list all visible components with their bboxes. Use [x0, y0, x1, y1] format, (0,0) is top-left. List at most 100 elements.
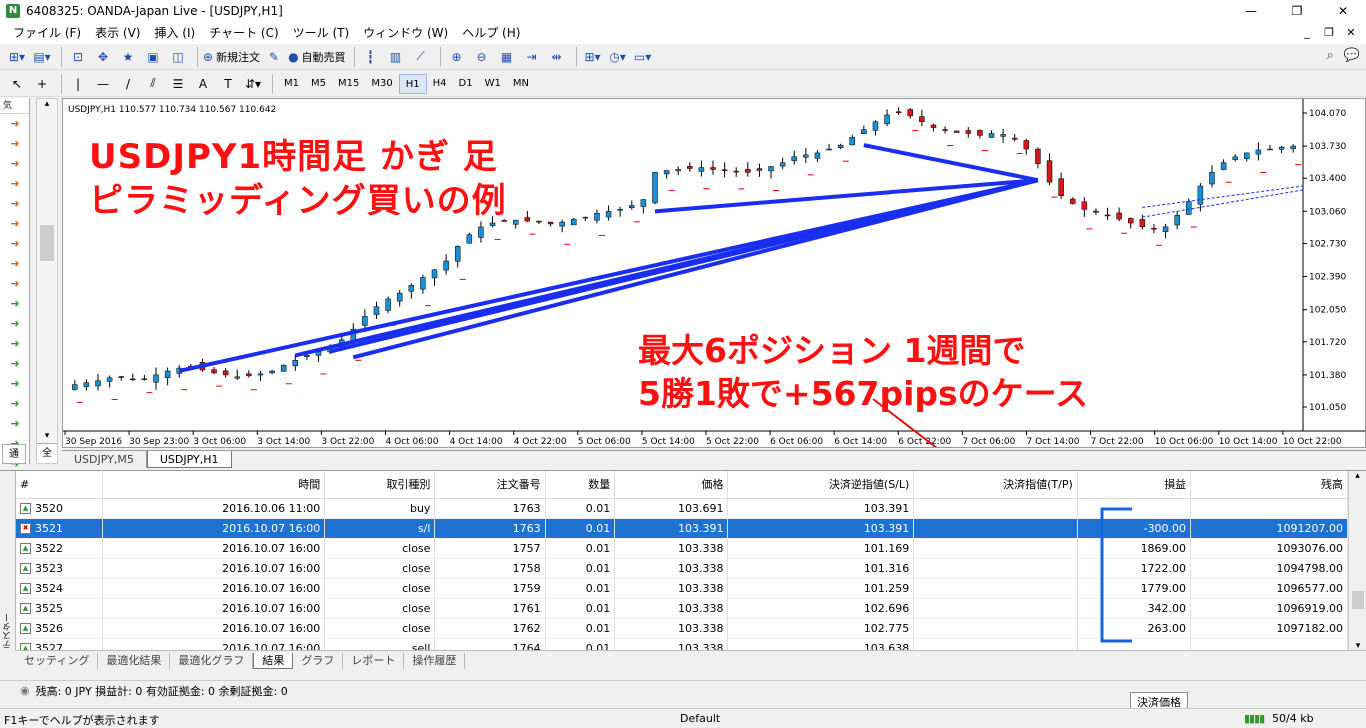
- table-row[interactable]: ▲ 3526 2016.10.07 16:00 close 1762 0.01 103.33…: [16, 618, 1348, 639]
- column-header[interactable]: 残高: [1190, 471, 1348, 499]
- column-header[interactable]: 決済指値(T/P): [913, 471, 1078, 499]
- text-label-icon[interactable]: T: [217, 73, 239, 95]
- menu-window[interactable]: ウィンドウ (W): [356, 22, 455, 44]
- timeframe-m30[interactable]: M30: [365, 74, 398, 94]
- table-row[interactable]: ▲ 3520 2016.10.06 11:00 buy 1763 0.01 103.691 1…: [16, 498, 1348, 519]
- templates-icon[interactable]: ▭▾: [632, 46, 654, 68]
- table-row[interactable]: ▲ 3524 2016.10.07 16:00 close 1759 0.01 103.33…: [16, 578, 1348, 599]
- results-scroll-thumb[interactable]: [1352, 591, 1364, 609]
- scroll-thumb[interactable]: [40, 225, 54, 261]
- equidistant-channel-icon[interactable]: ⫽: [142, 73, 164, 95]
- mdi-close-button[interactable]: ✕: [1340, 22, 1362, 44]
- scroll-down-icon[interactable]: ▾: [37, 431, 57, 441]
- timeframe-m5[interactable]: M5: [305, 74, 332, 94]
- column-header[interactable]: 損益: [1077, 471, 1192, 499]
- column-header[interactable]: 時間: [102, 471, 326, 499]
- data-window-icon[interactable]: ✥: [92, 46, 114, 68]
- market-watch-icon[interactable]: ⊡: [67, 46, 89, 68]
- tester-tab[interactable]: 操作履歴: [404, 652, 466, 669]
- zoom-out-icon[interactable]: ⊖: [471, 46, 493, 68]
- periods-icon[interactable]: ◷▾: [607, 46, 629, 68]
- column-header[interactable]: 価格: [614, 471, 729, 499]
- orange-arrow-icon[interactable]: ➜: [0, 234, 30, 254]
- all-tab[interactable]: 全: [37, 443, 57, 463]
- fibonacci-icon[interactable]: ☰: [167, 73, 189, 95]
- green-arrow-icon[interactable]: ➜: [0, 314, 30, 334]
- green-arrow-icon[interactable]: ➜: [0, 334, 30, 354]
- horizontal-line-icon[interactable]: —: [92, 73, 114, 95]
- green-arrow-icon[interactable]: ➜: [0, 374, 30, 394]
- green-arrow-icon[interactable]: ➜: [0, 394, 30, 414]
- vertical-line-icon[interactable]: |: [67, 73, 89, 95]
- timeframe-h4[interactable]: H4: [427, 74, 453, 94]
- orange-arrow-icon[interactable]: ➜: [0, 194, 30, 214]
- auto-trade-button[interactable]: ● 自動売買: [288, 46, 345, 68]
- tile-windows-icon[interactable]: ▦: [496, 46, 518, 68]
- orange-arrow-icon[interactable]: ➜: [0, 174, 30, 194]
- tester-tab[interactable]: グラフ: [293, 652, 344, 669]
- table-row[interactable]: ▲ 3525 2016.10.07 16:00 close 1761 0.01 103.33…: [16, 598, 1348, 619]
- new-chart-icon[interactable]: ⊞▾: [6, 46, 28, 68]
- orange-arrow-icon[interactable]: ➜: [0, 274, 30, 294]
- close-button[interactable]: ✕: [1320, 0, 1366, 22]
- column-header[interactable]: 数量: [545, 471, 616, 499]
- zoom-in-icon[interactable]: ⊕: [446, 46, 468, 68]
- candle-chart-icon[interactable]: ▥: [385, 46, 407, 68]
- mdi-minimize-button[interactable]: _: [1296, 22, 1318, 44]
- navigator-icon[interactable]: ★: [117, 46, 139, 68]
- menu-help[interactable]: ヘルプ (H): [455, 22, 527, 44]
- column-header[interactable]: #: [16, 471, 103, 499]
- cursor-icon[interactable]: ↖: [6, 73, 28, 95]
- green-arrow-icon[interactable]: ➜: [0, 354, 30, 374]
- mdi-restore-button[interactable]: ❐: [1318, 22, 1340, 44]
- results-scrollbar[interactable]: ▴ ▾: [1348, 471, 1366, 651]
- orange-arrow-icon[interactable]: ➜: [0, 254, 30, 274]
- line-chart-icon[interactable]: ⟋: [410, 46, 432, 68]
- results-scroll-up-icon[interactable]: ▴: [1349, 471, 1366, 481]
- orange-arrow-icon[interactable]: ➜: [0, 214, 30, 234]
- menu-view[interactable]: 表示 (V): [88, 22, 147, 44]
- new-order-button[interactable]: ⊕ 新規注文: [203, 46, 260, 68]
- timeframe-h1[interactable]: H1: [398, 73, 427, 94]
- trendline-icon[interactable]: /: [117, 73, 139, 95]
- search-icon[interactable]: ⌕: [1327, 48, 1334, 63]
- navigator-scrollbar[interactable]: ▴ ▾ 全: [36, 98, 58, 464]
- column-header[interactable]: 注文番号: [434, 471, 546, 499]
- chart-tab-m5[interactable]: USDJPY,M5: [62, 451, 147, 468]
- auto-scroll-icon[interactable]: ⇥: [521, 46, 543, 68]
- timeframe-d1[interactable]: D1: [453, 74, 479, 94]
- table-row[interactable]: ✖ 3521 2016.10.07 16:00 s/l 1763 0.01 103.391 1…: [16, 518, 1348, 539]
- timeframe-m1[interactable]: M1: [278, 74, 305, 94]
- tester-tab[interactable]: セッティング: [16, 652, 99, 669]
- menu-insert[interactable]: 挿入 (I): [147, 22, 202, 44]
- chart-shift-icon[interactable]: ⇹: [546, 46, 568, 68]
- crosshair-icon[interactable]: +: [31, 73, 53, 95]
- timeframe-w1[interactable]: W1: [479, 74, 507, 94]
- navigator-tab[interactable]: 通: [2, 444, 26, 464]
- scroll-up-icon[interactable]: ▴: [37, 99, 57, 109]
- minimize-button[interactable]: —: [1228, 0, 1274, 22]
- orange-arrow-icon[interactable]: ➜: [0, 114, 30, 134]
- tester-tab[interactable]: 最適化グラフ: [170, 652, 254, 669]
- table-row[interactable]: ▲ 3523 2016.10.07 16:00 close 1758 0.01 103.33…: [16, 558, 1348, 579]
- tester-icon[interactable]: ◫: [167, 46, 189, 68]
- column-header[interactable]: 決済逆指値(S/L): [727, 471, 915, 499]
- chat-icon[interactable]: 💬: [1344, 48, 1360, 63]
- bar-chart-icon[interactable]: ┇: [360, 46, 382, 68]
- menu-file[interactable]: ファイル (F): [6, 22, 88, 44]
- tester-tab[interactable]: 最適化結果: [98, 652, 171, 669]
- orange-arrow-icon[interactable]: ➜: [0, 154, 30, 174]
- indicators-icon[interactable]: ⊞▾: [582, 46, 604, 68]
- green-arrow-icon[interactable]: ➜: [0, 294, 30, 314]
- metaeditor-icon[interactable]: ✎: [263, 46, 285, 68]
- restore-button[interactable]: ❐: [1274, 0, 1320, 22]
- chart-window[interactable]: USDJPY,H1 110.577 110.734 110.567 110.64…: [62, 98, 1366, 448]
- text-icon[interactable]: A: [192, 73, 214, 95]
- tester-tab[interactable]: レポート: [343, 652, 405, 669]
- green-arrow-icon[interactable]: ➜: [0, 414, 30, 434]
- tester-tab[interactable]: 結果: [253, 652, 294, 669]
- timeframe-mn[interactable]: MN: [507, 74, 535, 94]
- chart-tab-h1[interactable]: USDJPY,H1: [146, 451, 232, 468]
- terminal-icon[interactable]: ▣: [142, 46, 164, 68]
- profiles-icon[interactable]: ▤▾: [31, 46, 53, 68]
